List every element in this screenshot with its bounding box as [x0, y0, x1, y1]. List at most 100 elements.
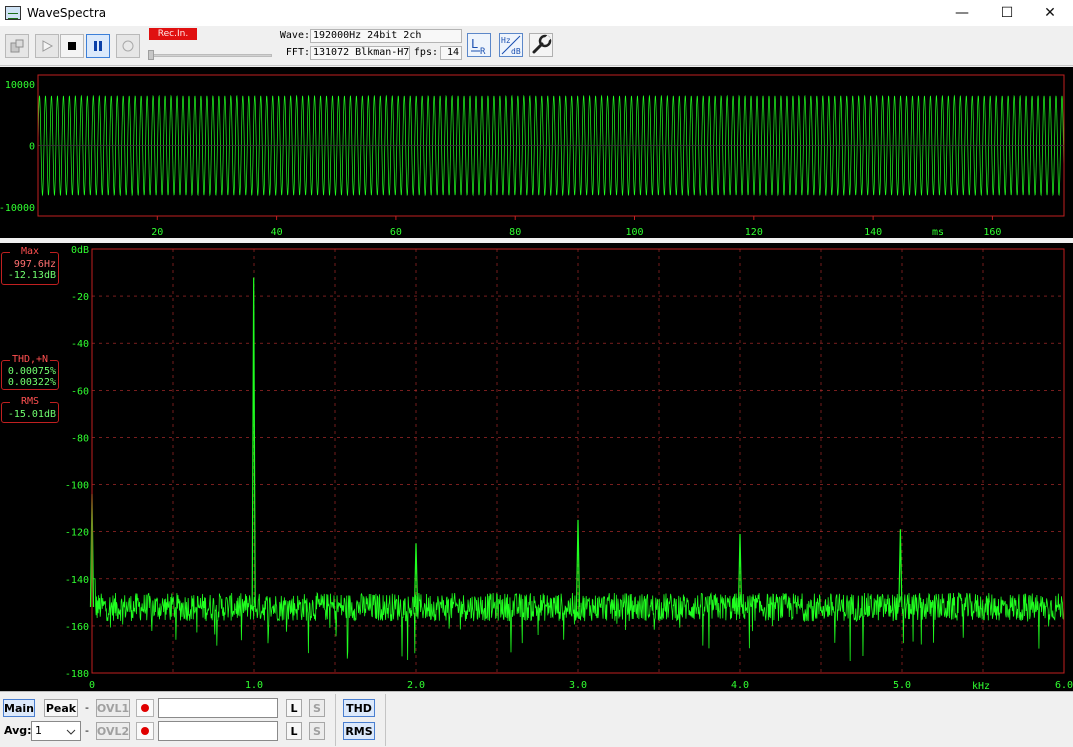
slider-thumb[interactable]	[148, 50, 154, 60]
fft-label: FFT:	[285, 47, 310, 58]
rms-level-value: -15.01dB	[7, 409, 56, 420]
ovl1-name-field[interactable]	[158, 698, 278, 718]
spectrum-y-tick-label: -180	[65, 669, 89, 680]
svg-text:R: R	[480, 47, 486, 56]
minimize-button[interactable]: —	[939, 0, 985, 26]
waveform-x-tick-label: 40	[271, 227, 283, 238]
thd-button[interactable]: THD	[343, 699, 375, 717]
waveform-x-tick-label: 160	[983, 227, 1001, 238]
scale-hz-db-button[interactable]: Hz dB	[499, 33, 523, 57]
waveform-chart: 10000 0 -10000 20 40 60 80 100 120 140 160 ms	[0, 74, 1065, 238]
ovl1-button[interactable]: OVL1	[96, 699, 130, 717]
app-icon	[5, 6, 21, 20]
waveform-x-tick-label: 140	[864, 227, 882, 238]
recording-level-slider[interactable]	[148, 50, 272, 60]
record-icon	[122, 40, 134, 52]
spectrum-x-unit: kHz	[972, 681, 990, 691]
close-button[interactable]: ✕	[1027, 0, 1073, 26]
spectrum-y-tick-label: -60	[71, 386, 89, 397]
play-button[interactable]	[35, 34, 59, 58]
max-readout: Max 997.6Hz -12.13dB	[1, 246, 59, 285]
rms-readout-title: RMS	[10, 396, 50, 407]
spectrum-x-tick-label: 5.0	[893, 680, 911, 691]
svg-text:dB: dB	[511, 47, 521, 56]
waveform-y-tick-label: -10000	[0, 203, 35, 214]
spectrum-x-tick-label: 2.0	[407, 680, 425, 691]
ovl2-name-field[interactable]	[158, 721, 278, 741]
max-level-value: -12.13dB	[7, 270, 56, 281]
device-icon	[10, 39, 24, 53]
waveform-x-tick-label: 80	[509, 227, 521, 238]
slider-track	[148, 54, 272, 57]
title-bar: WaveSpectra — ☐ ✕	[0, 0, 1073, 26]
peak-button[interactable]: Peak	[44, 699, 78, 717]
ovl2-button[interactable]: OVL2	[96, 722, 130, 740]
spectrum-x-tick-label: 3.0	[569, 680, 587, 691]
maximize-icon: ☐	[1000, 5, 1014, 21]
waveform-y-tick-label: 0	[29, 142, 35, 153]
spectrum-y-tick-label: 0dB	[71, 245, 89, 256]
thd-value: 0.00075%	[7, 366, 56, 377]
spectrum-peak	[251, 277, 256, 608]
wave-label: Wave:	[279, 30, 310, 41]
bottom-separator-2	[385, 694, 386, 746]
wave-format-value: 192000Hz 24bit 2ch	[310, 29, 462, 43]
separator-dash-2: -	[85, 724, 89, 737]
svg-text:L: L	[471, 37, 478, 51]
pause-button[interactable]	[86, 34, 110, 58]
avg-select[interactable]: 1	[31, 721, 81, 741]
rms-readout: RMS -15.01dB	[1, 396, 59, 423]
bottom-separator	[335, 694, 336, 746]
spectrum-panel[interactable]: 0dB -20 -40 -60 -80 -100 -120 -140 -160 -180 0 1.0…	[0, 243, 1073, 692]
spectrum-y-tick-label: -80	[71, 433, 89, 444]
ovl2-save-button[interactable]: S	[309, 722, 325, 740]
separator-dash: -	[85, 701, 89, 714]
waveform-trace	[37, 94, 1065, 197]
waveform-x-tick-label: 60	[390, 227, 402, 238]
waveform-x-tick-label: 100	[625, 227, 643, 238]
scale-hz-db-icon: Hz dB	[501, 35, 521, 56]
spectrum-chart: 0dB -20 -40 -60 -80 -100 -120 -140 -160 -180 0 1.0…	[65, 245, 1073, 692]
spectrum-y-tick-label: -160	[65, 622, 89, 633]
recording-input-label: Rec.In.	[149, 28, 197, 40]
ovl1-load-button[interactable]: L	[286, 699, 302, 717]
maximize-button[interactable]: ☐	[984, 0, 1030, 26]
thd-readout: THD,+N 0.00075% 0.00322%	[1, 354, 59, 390]
spectrum-x-tick-label: 1.0	[245, 680, 263, 691]
channel-lr-button[interactable]: L R	[467, 33, 491, 57]
record-button[interactable]	[116, 34, 140, 58]
spectrum-trace	[89, 277, 1065, 662]
avg-select-value: 1	[35, 724, 42, 737]
thd-readout-title: THD,+N	[10, 354, 50, 365]
window-title: WaveSpectra	[27, 6, 107, 20]
chevron-down-icon	[66, 729, 76, 735]
settings-button[interactable]	[529, 33, 553, 57]
spectrum-x-tick-label: 6.0	[1055, 680, 1073, 691]
main-button[interactable]: Main	[3, 699, 35, 717]
waveform-x-tick-label: 20	[151, 227, 163, 238]
ovl2-record-button[interactable]	[136, 722, 154, 740]
fps-label: fps:	[413, 47, 438, 58]
ovl2-load-button[interactable]: L	[286, 722, 302, 740]
ovl1-record-button[interactable]	[136, 699, 154, 717]
spectrum-y-tick-label: -100	[65, 481, 89, 492]
fps-value: 14	[440, 46, 462, 60]
spectrum-x-tick-label: 0	[89, 680, 95, 691]
device-button[interactable]	[5, 34, 29, 58]
spectrum-x-tick-label: 4.0	[731, 680, 749, 691]
channel-lr-icon: L R	[471, 37, 486, 57]
avg-label: Avg:	[4, 724, 32, 737]
spectrum-y-tick-label: -120	[65, 528, 89, 539]
toolbar: Rec.In. Wave: 192000Hz 24bit 2ch FFT: 13…	[0, 26, 1073, 66]
minimize-icon: —	[955, 5, 969, 21]
stop-icon	[68, 42, 76, 50]
waveform-panel[interactable]: 10000 0 -10000 20 40 60 80 100 120 140 160 ms	[0, 67, 1073, 238]
fft-setting-value: 131072 Blkman-H7	[310, 46, 410, 60]
stop-button[interactable]	[60, 34, 84, 58]
waveform-x-unit: ms	[932, 227, 944, 238]
play-icon	[42, 40, 54, 52]
svg-text:Hz: Hz	[501, 36, 511, 45]
ovl1-save-button[interactable]: S	[309, 699, 325, 717]
rms-button[interactable]: RMS	[343, 722, 375, 740]
waveform-y-tick-label: 10000	[5, 80, 35, 91]
